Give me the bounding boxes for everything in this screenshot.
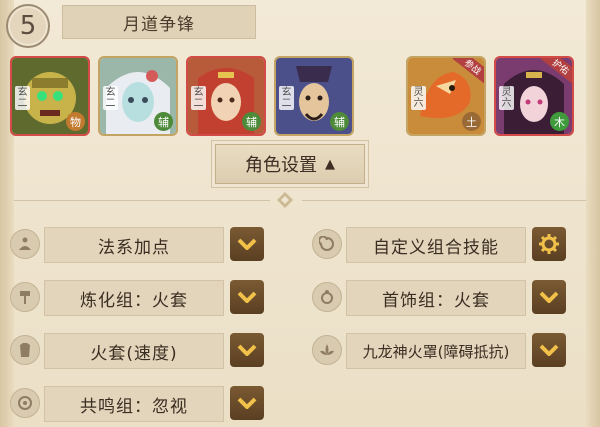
right-row-1-field[interactable]: 自定义组合技能: [346, 227, 526, 263]
right-row-2-field[interactable]: 首饰组：火套: [346, 280, 526, 316]
ornament-diamond-icon: [277, 192, 293, 208]
character-tag: 玄二: [15, 86, 30, 110]
chevron-down-icon: [237, 397, 257, 409]
chevron-down-button[interactable]: [230, 280, 264, 314]
section-title: 月道争锋: [62, 5, 256, 39]
chevron-down-icon: [237, 291, 257, 303]
swirl-icon: [312, 229, 342, 259]
chevron-down-button[interactable]: [230, 333, 264, 367]
armor-icon: [10, 335, 40, 365]
character-portrait-1[interactable]: 玄二 物: [10, 56, 90, 136]
divider-right: [302, 200, 586, 201]
chevron-down-button[interactable]: [230, 386, 264, 420]
lotus-icon: [312, 335, 342, 365]
gear-button[interactable]: [532, 227, 566, 261]
section-number-badge: 5: [6, 4, 50, 48]
character-portrait-2[interactable]: 玄二 辅: [98, 56, 178, 136]
left-row-4-field[interactable]: 共鸣组：忽视: [44, 386, 224, 422]
role-badge: 物: [66, 112, 85, 131]
resonance-icon: [10, 388, 40, 418]
character-tag: 玄二: [191, 86, 206, 110]
left-row-3-field[interactable]: 火套(速度): [44, 333, 224, 369]
right-row-3-field[interactable]: 九龙神火罩(障碍抵抗): [346, 333, 526, 369]
role-badge: 辅: [242, 112, 261, 131]
chevron-down-icon: [237, 344, 257, 356]
chevron-down-button[interactable]: [532, 333, 566, 367]
chevron-down-icon: [539, 291, 559, 303]
role-badge: 辅: [154, 112, 173, 131]
character-portrait-3[interactable]: 玄二 辅: [186, 56, 266, 136]
left-row-1-field[interactable]: 法系加点: [44, 227, 224, 263]
role-badge: 辅: [330, 112, 349, 131]
role-badge: 木: [550, 112, 569, 131]
meditate-icon: [10, 229, 40, 259]
character-tag: 玄二: [103, 86, 118, 110]
character-portrait-5[interactable]: 参战 灵六 土: [406, 56, 486, 136]
character-portrait-4[interactable]: 玄二 辅: [274, 56, 354, 136]
hammer-icon: [10, 282, 40, 312]
jewelry-icon: [312, 282, 342, 312]
character-settings-label: 角色设置: [245, 155, 317, 176]
triangle-up-icon: ▲: [325, 156, 335, 172]
right-edge: [586, 0, 600, 427]
character-settings-button[interactable]: 角色设置 ▲: [215, 144, 365, 184]
divider-left: [14, 200, 270, 201]
character-tag: 灵六: [499, 86, 514, 110]
role-badge: 土: [462, 112, 481, 131]
character-tag: 玄二: [279, 86, 294, 110]
gear-icon: [539, 234, 559, 254]
character-portrait-6[interactable]: 护佑 灵六 木: [494, 56, 574, 136]
chevron-down-button[interactable]: [532, 280, 566, 314]
left-row-2-field[interactable]: 炼化组：火套: [44, 280, 224, 316]
chevron-down-button[interactable]: [230, 227, 264, 261]
chevron-down-icon: [237, 238, 257, 250]
chevron-down-icon: [539, 344, 559, 356]
character-tag: 灵六: [411, 86, 426, 110]
